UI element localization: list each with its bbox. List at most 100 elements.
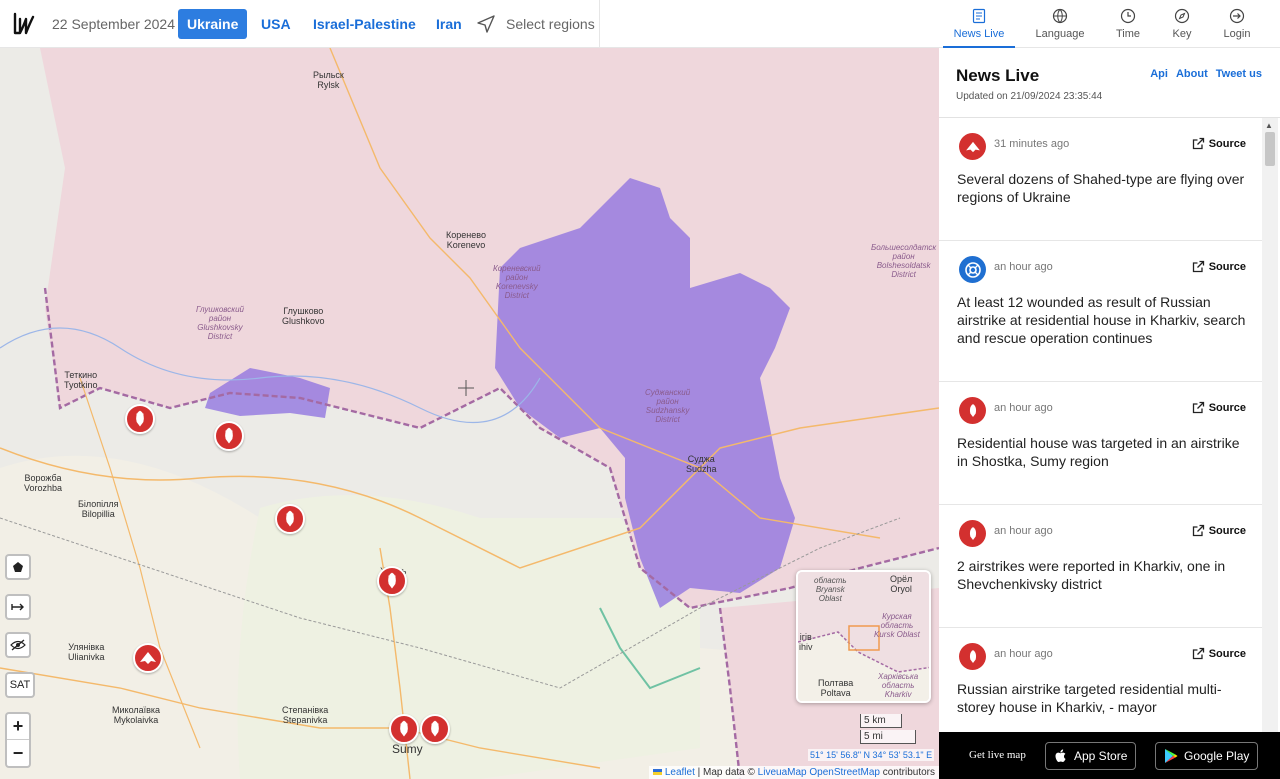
place-mykolaivka: Миколаївка Mykolaivka	[112, 705, 161, 725]
news-item-text[interactable]: Russian airstrike targeted residential m…	[957, 680, 1247, 716]
news-item-text[interactable]: Residential house was targeted in an air…	[957, 434, 1247, 470]
panel-title: News Live	[956, 66, 1040, 85]
satellite-toggle-button[interactable]: SAT	[5, 672, 35, 698]
minimap[interactable]: область Bryansk Oblast Орёл Oryol Курская об…	[796, 570, 931, 703]
news-item-source-link[interactable]: Source	[1192, 260, 1246, 273]
news-item-source-link[interactable]: Source	[1192, 401, 1246, 414]
airstrike-marker[interactable]	[420, 714, 450, 744]
zoom-out-button[interactable]: −	[7, 740, 29, 766]
osm-link[interactable]: OpenStreetMap	[809, 767, 880, 778]
news-item-time: an hour ago	[994, 261, 1053, 273]
zoom-in-button[interactable]: +	[7, 714, 29, 740]
place-ulianivka: Улянівка Ulianivka	[68, 642, 105, 662]
nav-news-live[interactable]: News Live	[943, 0, 1015, 48]
measure-button[interactable]	[5, 594, 31, 620]
nav-key[interactable]: Key	[1166, 0, 1198, 48]
region-tab-iran[interactable]: Iran	[427, 9, 471, 39]
news-item-source-link[interactable]: Source	[1192, 524, 1246, 537]
scale-km: 5 km	[860, 714, 902, 728]
cursor-coordinates: 51° 15' 56.8" N 34° 53' 53.1" E	[808, 749, 935, 761]
news-item-source-label: Source	[1208, 137, 1246, 150]
region-tab-usa[interactable]: USA	[252, 9, 300, 39]
nav-news-live-label: News Live	[953, 28, 1005, 40]
airstrike-marker[interactable]	[214, 421, 244, 451]
news-item[interactable]: an hour ago Source 2 airstrikes were rep…	[939, 505, 1262, 628]
airstrike-bomb-icon	[431, 720, 439, 737]
place-glushkovo: Глушково Glushkovo	[282, 306, 325, 326]
news-item-text[interactable]: At least 12 wounded as result of Russian…	[957, 293, 1247, 347]
news-item[interactable]: 31 minutes ago Source Several dozens of …	[939, 118, 1262, 241]
airstrike-marker[interactable]	[389, 714, 419, 744]
live-map[interactable]: Рыльск Rylsk Кореневo Korenevo Глушково Glu…	[0, 48, 939, 779]
news-icon	[972, 8, 986, 24]
airstrike-bomb-icon	[388, 572, 396, 589]
nav-login[interactable]: Login	[1219, 0, 1255, 48]
current-date: 22 September 2024	[52, 16, 175, 32]
external-link-icon	[1192, 524, 1204, 537]
attribution-contributors: contributors	[879, 767, 935, 778]
airstrike-marker[interactable]	[275, 504, 305, 534]
district-bolshesoldatsky: Большесолдатск район Bolshesoldatsk Distric…	[871, 243, 937, 279]
panel-updated-time: Updated on 21/09/2024 23:35:44	[956, 91, 1103, 102]
place-bilopillia: Білопілля Bilopillia	[78, 499, 119, 519]
api-link[interactable]: Api	[1150, 68, 1168, 80]
news-feed[interactable]: 31 minutes ago Source Several dozens of …	[939, 118, 1262, 732]
region-tab-ukraine[interactable]: Ukraine	[178, 9, 248, 39]
news-item-icon	[959, 397, 986, 424]
news-item[interactable]: an hour ago Source At least 12 wounded a…	[939, 241, 1262, 382]
news-panel: News Live Updated on 21/09/2024 23:35:44…	[939, 48, 1280, 732]
external-link-icon	[1192, 647, 1204, 660]
news-item-icon	[959, 643, 986, 670]
app-store-button[interactable]: App Store	[1045, 742, 1137, 770]
panel-links: Api About Tweet us	[1150, 68, 1262, 80]
toggle-visibility-button[interactable]	[5, 632, 31, 658]
nav-key-label: Key	[1172, 28, 1192, 40]
minimap-label-poltava: Полтава Poltava	[818, 678, 854, 698]
news-item-source-link[interactable]: Source	[1192, 137, 1246, 150]
feed-scrollbar[interactable]: ▲	[1262, 118, 1278, 732]
about-link[interactable]: About	[1176, 68, 1208, 80]
airstrike-bomb-icon	[225, 427, 233, 444]
news-item-source-link[interactable]: Source	[1192, 647, 1246, 660]
news-item-source-label: Source	[1208, 401, 1246, 414]
scroll-up-icon[interactable]: ▲	[1265, 121, 1273, 130]
nav-language[interactable]: Language	[1030, 0, 1090, 48]
compass-icon	[1174, 8, 1190, 24]
scrollbar-thumb[interactable]	[1265, 132, 1275, 166]
district-glushkovsky: Глушковский район Glushkovsky District	[196, 305, 244, 341]
draw-polygon-button[interactable]	[5, 554, 31, 580]
airstrike-bomb-icon	[969, 403, 976, 417]
news-item-text[interactable]: Several dozens of Shahed-type are flying…	[957, 170, 1247, 206]
news-item[interactable]: an hour ago Source Residential house was…	[939, 382, 1262, 505]
clock-icon	[1120, 8, 1136, 24]
airstrike-bomb-icon	[400, 720, 408, 737]
google-play-button[interactable]: Google Play	[1155, 742, 1259, 770]
news-item-text[interactable]: 2 airstrikes were reported in Kharkiv, o…	[957, 557, 1247, 593]
liveuamap-logo[interactable]	[12, 11, 36, 37]
liveuamap-link[interactable]: LiveuaMap	[758, 767, 807, 778]
place-sumy: Sumy	[392, 742, 423, 756]
news-item-source-label: Source	[1208, 260, 1246, 273]
place-vorozhba: Ворожба Vorozhba	[24, 473, 63, 493]
select-regions-button[interactable]: Select regions	[476, 12, 595, 36]
minimap-label-kursk-oblast: Курская область Kursk Oblast	[874, 612, 920, 639]
minimap-label-kharkiv: Харківська область Kharkiv	[878, 672, 919, 699]
leaflet-link[interactable]: Leaflet	[665, 767, 695, 778]
place-tyotkino: Теткино Tyotkino	[64, 370, 98, 390]
airstrike-bomb-icon	[969, 649, 976, 663]
rescue-icon	[964, 261, 981, 278]
news-item[interactable]: an hour ago Source Russian airstrike tar…	[939, 628, 1262, 732]
google-play-icon	[1165, 749, 1178, 763]
shahed-drone-marker[interactable]	[133, 643, 163, 673]
airstrike-marker[interactable]	[377, 566, 407, 596]
district-sudzhansky: Суджанский район Sudzhansky District	[645, 388, 691, 424]
tweet-us-link[interactable]: Tweet us	[1216, 68, 1262, 80]
navigation-arrow-icon	[477, 15, 495, 33]
airstrike-marker[interactable]	[125, 404, 155, 434]
nav-time[interactable]: Time	[1108, 0, 1148, 48]
scale-mi: 5 mi	[860, 730, 916, 744]
region-tab-israel-palestine[interactable]: Israel-Palestine	[304, 9, 425, 39]
news-item-source-label: Source	[1208, 524, 1246, 537]
app-download-bar: Get live map App Store Google Play	[939, 732, 1280, 779]
get-live-map-label: Get live map	[969, 749, 1026, 761]
